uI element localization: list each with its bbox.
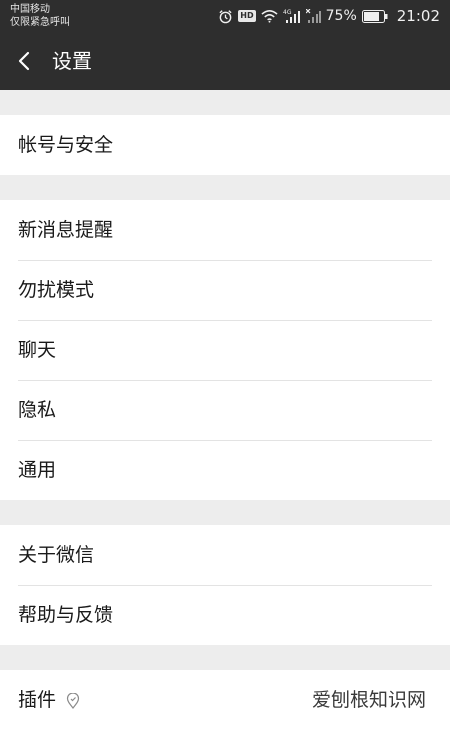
watermark-text: 爱刨根知识网	[311, 689, 426, 711]
settings-item-do-not-disturb[interactable]: 勿扰模式	[0, 260, 450, 320]
settings-item-label: 新消息提醒	[18, 219, 114, 241]
app-header: 中国移动 仅限紧急呼叫 HD 4G 75% 21:02 设置	[0, 0, 450, 90]
settings-item-label: 通用	[18, 459, 57, 481]
settings-group-plugins: 插件 爱刨根知识网	[0, 670, 450, 730]
settings-item-label: 聊天	[18, 339, 57, 361]
battery-percent: 75%	[325, 8, 357, 24]
page-title: 设置	[52, 49, 92, 73]
settings-item-plugins[interactable]: 插件 爱刨根知识网	[0, 670, 450, 730]
battery-icon	[361, 9, 388, 23]
settings-item-chat[interactable]: 聊天	[0, 320, 450, 380]
carrier-info: 中国移动 仅限紧急呼叫	[10, 3, 70, 29]
settings-item-label: 帮助与反馈	[18, 604, 114, 626]
settings-item-label: 插件	[18, 689, 57, 711]
status-icons: HD 4G 75% 21:02	[218, 6, 440, 26]
hd-badge: HD	[238, 10, 256, 22]
alarm-icon	[218, 9, 233, 24]
clock: 21:02	[396, 7, 440, 25]
settings-item-account-security[interactable]: 帐号与安全	[0, 115, 450, 175]
settings-group-account: 帐号与安全	[0, 115, 450, 175]
settings-item-privacy[interactable]: 隐私	[0, 380, 450, 440]
title-bar: 设置	[0, 42, 450, 80]
location-pin-icon	[66, 692, 80, 709]
wifi-icon	[261, 9, 278, 23]
settings-item-label: 关于微信	[18, 544, 95, 566]
chevron-left-icon	[12, 51, 40, 80]
settings-item-notifications[interactable]: 新消息提醒	[0, 200, 450, 260]
settings-item-help-feedback[interactable]: 帮助与反馈	[0, 585, 450, 645]
back-button[interactable]	[12, 46, 40, 76]
settings-item-label: 勿扰模式	[18, 279, 95, 301]
settings-group-about: 关于微信 帮助与反馈	[0, 525, 450, 645]
signal-icon: 4G	[283, 9, 301, 24]
settings-group-general: 新消息提醒 勿扰模式 聊天 隐私 通用	[0, 200, 450, 500]
emergency-only-text: 仅限紧急呼叫	[10, 17, 70, 28]
network-type-label: 4G	[283, 9, 292, 16]
carrier-name: 中国移动	[10, 4, 50, 15]
settings-item-label: 帐号与安全	[18, 134, 114, 156]
signal-no-service-icon	[305, 8, 321, 24]
status-bar: 中国移动 仅限紧急呼叫 HD 4G 75% 21:02	[0, 0, 450, 32]
settings-item-general[interactable]: 通用	[0, 440, 450, 500]
settings-item-about[interactable]: 关于微信	[0, 525, 450, 585]
settings-item-label: 隐私	[18, 399, 57, 421]
